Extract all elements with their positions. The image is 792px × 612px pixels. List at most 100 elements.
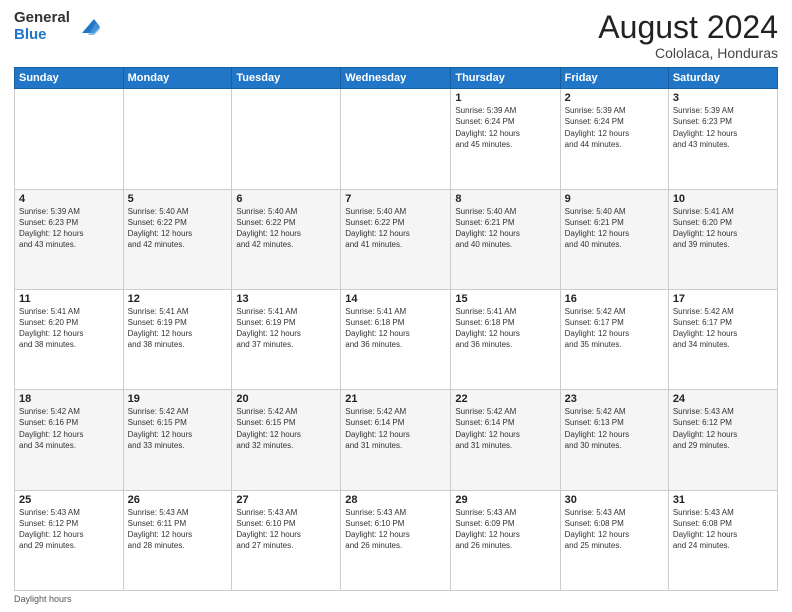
logo-icon [74, 13, 102, 41]
header: General Blue August 2024 Cololaca, Hondu… [14, 10, 778, 61]
header-row: Sunday Monday Tuesday Wednesday Thursday… [15, 68, 778, 89]
day-info: Sunrise: 5:39 AM Sunset: 6:23 PM Dayligh… [673, 105, 773, 150]
calendar-cell: 7Sunrise: 5:40 AM Sunset: 6:22 PM Daylig… [341, 189, 451, 289]
day-number: 1 [455, 92, 555, 104]
daylight-label: Daylight hours [14, 594, 72, 604]
day-info: Sunrise: 5:42 AM Sunset: 6:14 PM Dayligh… [345, 406, 446, 451]
day-number: 29 [455, 494, 555, 506]
calendar-cell: 24Sunrise: 5:43 AM Sunset: 6:12 PM Dayli… [668, 390, 777, 490]
month-year: August 2024 [598, 10, 778, 45]
day-number: 24 [673, 393, 773, 405]
calendar-cell: 9Sunrise: 5:40 AM Sunset: 6:21 PM Daylig… [560, 189, 668, 289]
day-number: 13 [236, 293, 336, 305]
calendar-cell: 16Sunrise: 5:42 AM Sunset: 6:17 PM Dayli… [560, 289, 668, 389]
calendar-cell: 21Sunrise: 5:42 AM Sunset: 6:14 PM Dayli… [341, 390, 451, 490]
calendar-header: Sunday Monday Tuesday Wednesday Thursday… [15, 68, 778, 89]
day-number: 9 [565, 193, 664, 205]
col-friday: Friday [560, 68, 668, 89]
day-info: Sunrise: 5:39 AM Sunset: 6:24 PM Dayligh… [565, 105, 664, 150]
calendar-cell: 12Sunrise: 5:41 AM Sunset: 6:19 PM Dayli… [123, 289, 232, 389]
calendar-cell: 11Sunrise: 5:41 AM Sunset: 6:20 PM Dayli… [15, 289, 124, 389]
day-number: 11 [19, 293, 119, 305]
day-info: Sunrise: 5:42 AM Sunset: 6:15 PM Dayligh… [236, 406, 336, 451]
day-number: 18 [19, 393, 119, 405]
calendar-table: Sunday Monday Tuesday Wednesday Thursday… [14, 67, 778, 591]
day-info: Sunrise: 5:41 AM Sunset: 6:20 PM Dayligh… [19, 306, 119, 351]
calendar-cell: 6Sunrise: 5:40 AM Sunset: 6:22 PM Daylig… [232, 189, 341, 289]
calendar-cell: 31Sunrise: 5:43 AM Sunset: 6:08 PM Dayli… [668, 490, 777, 590]
calendar-cell: 17Sunrise: 5:42 AM Sunset: 6:17 PM Dayli… [668, 289, 777, 389]
calendar-cell: 25Sunrise: 5:43 AM Sunset: 6:12 PM Dayli… [15, 490, 124, 590]
calendar-cell: 14Sunrise: 5:41 AM Sunset: 6:18 PM Dayli… [341, 289, 451, 389]
day-info: Sunrise: 5:42 AM Sunset: 6:14 PM Dayligh… [455, 406, 555, 451]
col-sunday: Sunday [15, 68, 124, 89]
calendar-row: 25Sunrise: 5:43 AM Sunset: 6:12 PM Dayli… [15, 490, 778, 590]
day-info: Sunrise: 5:40 AM Sunset: 6:22 PM Dayligh… [236, 206, 336, 251]
day-number: 17 [673, 293, 773, 305]
logo-blue: Blue [14, 27, 70, 44]
day-info: Sunrise: 5:42 AM Sunset: 6:13 PM Dayligh… [565, 406, 664, 451]
day-number: 31 [673, 494, 773, 506]
logo-general: General [14, 10, 70, 27]
calendar-cell [15, 89, 124, 189]
day-number: 30 [565, 494, 664, 506]
calendar-row: 18Sunrise: 5:42 AM Sunset: 6:16 PM Dayli… [15, 390, 778, 490]
calendar-cell: 5Sunrise: 5:40 AM Sunset: 6:22 PM Daylig… [123, 189, 232, 289]
calendar-cell: 27Sunrise: 5:43 AM Sunset: 6:10 PM Dayli… [232, 490, 341, 590]
logo-text: General Blue [14, 10, 70, 43]
page: General Blue August 2024 Cololaca, Hondu… [0, 0, 792, 612]
col-saturday: Saturday [668, 68, 777, 89]
col-tuesday: Tuesday [232, 68, 341, 89]
day-number: 7 [345, 193, 446, 205]
day-number: 19 [128, 393, 228, 405]
day-info: Sunrise: 5:43 AM Sunset: 6:12 PM Dayligh… [673, 406, 773, 451]
calendar-cell: 28Sunrise: 5:43 AM Sunset: 6:10 PM Dayli… [341, 490, 451, 590]
day-number: 16 [565, 293, 664, 305]
calendar-cell [341, 89, 451, 189]
title-block: August 2024 Cololaca, Honduras [598, 10, 778, 61]
calendar-cell: 19Sunrise: 5:42 AM Sunset: 6:15 PM Dayli… [123, 390, 232, 490]
calendar-cell: 3Sunrise: 5:39 AM Sunset: 6:23 PM Daylig… [668, 89, 777, 189]
calendar-cell: 8Sunrise: 5:40 AM Sunset: 6:21 PM Daylig… [451, 189, 560, 289]
day-info: Sunrise: 5:43 AM Sunset: 6:10 PM Dayligh… [236, 507, 336, 552]
day-number: 28 [345, 494, 446, 506]
col-thursday: Thursday [451, 68, 560, 89]
day-info: Sunrise: 5:40 AM Sunset: 6:22 PM Dayligh… [345, 206, 446, 251]
day-number: 21 [345, 393, 446, 405]
calendar-cell: 20Sunrise: 5:42 AM Sunset: 6:15 PM Dayli… [232, 390, 341, 490]
day-info: Sunrise: 5:43 AM Sunset: 6:10 PM Dayligh… [345, 507, 446, 552]
day-info: Sunrise: 5:41 AM Sunset: 6:18 PM Dayligh… [345, 306, 446, 351]
calendar-cell: 26Sunrise: 5:43 AM Sunset: 6:11 PM Dayli… [123, 490, 232, 590]
day-info: Sunrise: 5:42 AM Sunset: 6:16 PM Dayligh… [19, 406, 119, 451]
calendar-cell: 15Sunrise: 5:41 AM Sunset: 6:18 PM Dayli… [451, 289, 560, 389]
day-info: Sunrise: 5:43 AM Sunset: 6:11 PM Dayligh… [128, 507, 228, 552]
calendar-cell [123, 89, 232, 189]
day-number: 10 [673, 193, 773, 205]
day-number: 12 [128, 293, 228, 305]
calendar-cell: 18Sunrise: 5:42 AM Sunset: 6:16 PM Dayli… [15, 390, 124, 490]
day-info: Sunrise: 5:40 AM Sunset: 6:22 PM Dayligh… [128, 206, 228, 251]
calendar-cell: 23Sunrise: 5:42 AM Sunset: 6:13 PM Dayli… [560, 390, 668, 490]
col-monday: Monday [123, 68, 232, 89]
day-info: Sunrise: 5:41 AM Sunset: 6:18 PM Dayligh… [455, 306, 555, 351]
day-number: 26 [128, 494, 228, 506]
calendar-body: 1 Sunrise: 5:39 AM Sunset: 6:24 PM Daylig… [15, 89, 778, 591]
day-number: 15 [455, 293, 555, 305]
day-number: 3 [673, 92, 773, 104]
day-info: Sunrise: 5:42 AM Sunset: 6:17 PM Dayligh… [673, 306, 773, 351]
day-number: 8 [455, 193, 555, 205]
col-wednesday: Wednesday [341, 68, 451, 89]
location: Cololaca, Honduras [598, 45, 778, 61]
calendar-cell: 22Sunrise: 5:42 AM Sunset: 6:14 PM Dayli… [451, 390, 560, 490]
day-number: 2 [565, 92, 664, 104]
calendar-cell: 2Sunrise: 5:39 AM Sunset: 6:24 PM Daylig… [560, 89, 668, 189]
day-info: Sunrise: 5:42 AM Sunset: 6:17 PM Dayligh… [565, 306, 664, 351]
day-number: 5 [128, 193, 228, 205]
day-info: Sunrise: 5:43 AM Sunset: 6:08 PM Dayligh… [673, 507, 773, 552]
day-number: 14 [345, 293, 446, 305]
day-number: 6 [236, 193, 336, 205]
day-info: Sunrise: 5:43 AM Sunset: 6:08 PM Dayligh… [565, 507, 664, 552]
calendar-row: 4Sunrise: 5:39 AM Sunset: 6:23 PM Daylig… [15, 189, 778, 289]
day-info: Sunrise: 5:41 AM Sunset: 6:20 PM Dayligh… [673, 206, 773, 251]
calendar-cell: 10Sunrise: 5:41 AM Sunset: 6:20 PM Dayli… [668, 189, 777, 289]
